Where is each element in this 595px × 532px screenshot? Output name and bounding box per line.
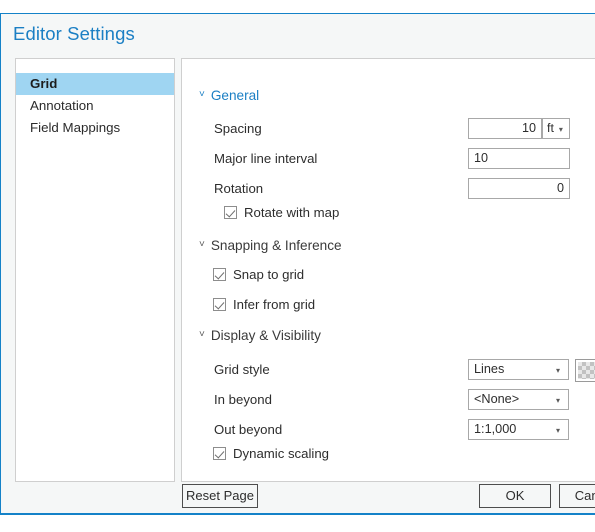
sidebar-item-field-mappings[interactable]: Field Mappings: [16, 117, 174, 139]
editor-settings-dialog: Editor Settings Grid Annotation Field Ma…: [0, 13, 595, 515]
section-header-label: Display & Visibility: [210, 328, 321, 343]
rotate-with-map-label: Rotate with map: [244, 205, 340, 220]
section-header-display-visibility[interactable]: ˅ Display & Visibility: [199, 328, 321, 343]
chevron-down-icon: ▾: [555, 366, 560, 375]
chevron-down-icon: ▾: [555, 426, 560, 435]
spacing-input[interactable]: 10: [468, 118, 542, 139]
section-header-label: Snapping & Inference: [210, 238, 342, 253]
chevron-down-icon: ˅: [199, 238, 205, 250]
sidebar-item-grid[interactable]: Grid: [16, 73, 174, 95]
dynamic-scaling-label: Dynamic scaling: [233, 446, 330, 461]
section-header-snapping-inference[interactable]: ˅ Snapping & Inference: [199, 238, 342, 253]
spacing-unit-dropdown[interactable]: ft ▾: [542, 118, 570, 139]
chevron-down-icon: ˅: [199, 328, 205, 340]
grid-style-dropdown[interactable]: Lines ▾: [468, 359, 569, 380]
settings-content-panel: ˅ General Spacing 10 ft ▾ Major line int…: [181, 58, 595, 482]
settings-nav-panel: Grid Annotation Field Mappings: [15, 58, 175, 482]
sidebar-item-label: Annotation: [30, 98, 94, 113]
out-beyond-dropdown[interactable]: 1:1,000 ▾: [468, 419, 569, 440]
section-header-label: General: [210, 88, 260, 103]
checkbox-icon[interactable]: [224, 206, 237, 219]
section-header-general[interactable]: ˅ General: [199, 88, 259, 103]
chevron-down-icon: ▾: [555, 396, 560, 405]
in-beyond-value: <None>: [474, 392, 520, 406]
ok-button[interactable]: OK: [479, 484, 551, 508]
sidebar-item-annotation[interactable]: Annotation: [16, 95, 174, 117]
cancel-button[interactable]: Cancel: [559, 484, 595, 508]
chevron-down-icon: ▾: [558, 125, 563, 134]
dialog-title-bar: Editor Settings: [13, 23, 135, 53]
in-beyond-dropdown[interactable]: <None> ▾: [468, 389, 569, 410]
label-rotation: Rotation: [214, 181, 264, 196]
checkbox-icon[interactable]: [213, 298, 226, 311]
dynamic-scaling-checkbox-row[interactable]: Dynamic scaling: [213, 446, 329, 461]
major-line-interval-input[interactable]: 10: [468, 148, 570, 169]
label-major-line-interval: Major line interval: [214, 151, 318, 166]
sidebar-item-label: Field Mappings: [30, 120, 121, 135]
reset-page-button[interactable]: Reset Page: [182, 484, 258, 508]
label-grid-style: Grid style: [214, 362, 270, 377]
checkbox-icon[interactable]: [213, 447, 226, 460]
infer-from-grid-label: Infer from grid: [233, 297, 316, 312]
checkbox-icon[interactable]: [213, 268, 226, 281]
spacing-unit-value: ft: [547, 121, 554, 135]
chevron-down-icon: ˅: [199, 88, 205, 100]
transparency-checker-icon: [578, 362, 595, 379]
rotate-with-map-checkbox-row[interactable]: Rotate with map: [224, 205, 339, 220]
label-out-beyond: Out beyond: [214, 422, 283, 437]
page-title: Editor Settings: [13, 23, 135, 44]
grid-color-swatch-button[interactable]: [575, 359, 595, 382]
grid-style-value: Lines: [474, 362, 505, 376]
infer-from-grid-checkbox-row[interactable]: Infer from grid: [213, 297, 315, 312]
label-in-beyond: In beyond: [214, 392, 272, 407]
snap-to-grid-checkbox-row[interactable]: Snap to grid: [213, 267, 304, 282]
out-beyond-value: 1:1,000: [474, 422, 517, 436]
rotation-input[interactable]: 0: [468, 178, 570, 199]
sidebar-item-label: Grid: [30, 76, 58, 91]
label-spacing: Spacing: [214, 121, 262, 136]
snap-to-grid-label: Snap to grid: [233, 267, 305, 282]
